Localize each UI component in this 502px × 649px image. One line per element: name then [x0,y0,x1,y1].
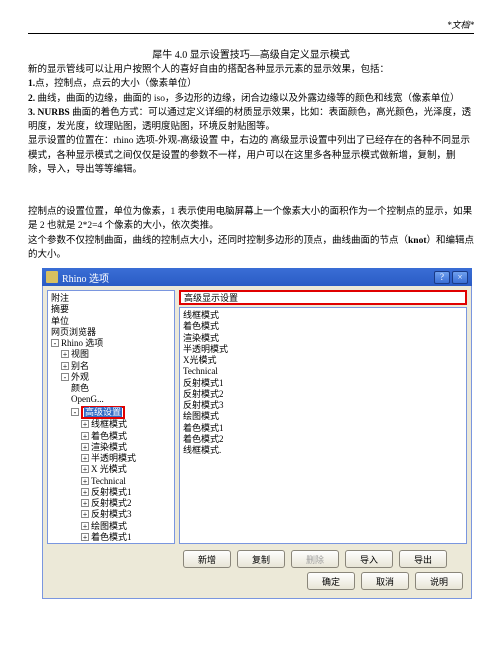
help-button[interactable]: 说明 [415,572,463,590]
list-num-3: 3. NURBS [28,108,70,118]
list-item[interactable]: X光模式 [183,355,463,366]
tree-node[interactable]: 渲染模式 [91,442,127,452]
list-text-2: 曲线，曲面的边缘，曲面的 iso，多边形的边缘，闭合边缘以及外露边缘等的颜色和线… [35,94,459,104]
para4-a: 这个参数不仅控制曲面，曲线的控制点大小，还同时控制多边形的顶点，曲线曲面的节点（ [28,236,408,246]
close-button[interactable]: × [452,271,468,284]
tree-node-selected[interactable]: 高级设置 [84,407,122,417]
dialog-title: Rhino 选项 [62,270,109,285]
group-header-label: 高级显示设置 [184,291,238,304]
copy-button[interactable]: 复制 [237,550,285,568]
list-text-1: 点，控制点，点云的大小（像素单位） [35,79,197,89]
import-button[interactable]: 导入 [345,550,393,568]
tree-node[interactable]: 半透明模式 [91,453,136,463]
tree-toggle[interactable]: + [61,350,69,358]
list-item[interactable]: 着色模式 [183,321,463,332]
ok-button[interactable]: 确定 [307,572,355,590]
knot-term: knot [408,236,426,246]
tree-node[interactable]: 着色模式1 [91,532,132,542]
tree-node[interactable]: 别名 [71,361,89,371]
tree-node[interactable]: 颜色 [71,383,89,393]
tree-node[interactable]: 摘要 [51,304,69,314]
group-header-highlight: 高级显示设置 [179,290,467,305]
list-item[interactable]: 着色模式2 [183,434,463,445]
tree-node-highlight: 高级设置 [81,406,125,420]
tree-node[interactable]: Technical [91,476,126,486]
paragraph-ctrlpt: 控制点的设置位置，单位为像素，1 表示使用电脑屏幕上一个像素大小的面积作为一个控… [28,205,474,234]
list-item-3: 3. NURBS 曲面的着色方式：可以通过定义详细的材质显示效果，比如：表面颜色… [28,106,474,135]
tree-toggle[interactable]: + [81,454,89,462]
tree-node[interactable]: 绘图模式 [91,521,127,531]
tree-toggle[interactable]: + [81,465,89,473]
display-modes-listbox[interactable]: 线框模式 着色模式 渲染模式 半透明模式 X光模式 Technical 反射模式… [179,307,467,544]
tree-toggle[interactable]: + [81,420,89,428]
header-rule [28,33,474,34]
list-item[interactable]: 渲染模式 [183,333,463,344]
tree-node[interactable]: 反射模式2 [91,498,132,508]
tree-toggle[interactable]: - [71,408,79,416]
tree-node[interactable]: 着色模式 [91,431,127,441]
list-item[interactable]: 反射模式2 [183,389,463,400]
list-item[interactable]: 着色模式1 [183,423,463,434]
tree-toggle[interactable]: + [61,362,69,370]
new-button[interactable]: 新增 [183,550,231,568]
tree-toggle[interactable]: + [81,510,89,518]
paragraph-knot: 这个参数不仅控制曲面，曲线的控制点大小，还同时控制多边形的顶点，曲线曲面的节点（… [28,234,474,263]
tree-node[interactable]: 外观 [71,372,89,382]
tree-toggle[interactable]: + [81,522,89,530]
intro-paragraph: 新的显示管线可以让用户按照个人的喜好自由的搭配各种显示元素的显示效果，包括： [28,63,474,77]
tree-node[interactable]: 网页浏览器 [51,327,96,337]
tree-toggle[interactable]: + [81,477,89,485]
list-item[interactable]: Technical [183,366,463,377]
options-tree[interactable]: 附注 摘要 单位 网页浏览器 -Rhino 选项 +视图 +别名 -外观 颜色 [47,290,175,544]
tree-node[interactable]: Rhino 选项 [61,338,103,348]
cancel-button[interactable]: 取消 [361,572,409,590]
tree-node[interactable]: 附注 [51,293,69,303]
tree-toggle[interactable]: - [61,373,69,381]
tree-toggle[interactable]: + [81,533,89,541]
question-button[interactable]: ? [434,271,450,284]
rhino-options-dialog: Rhino 选项 ? × 附注 摘要 单位 网页浏览器 -Rhino 选项 +视… [42,268,472,599]
rhino-icon [46,271,58,283]
tree-node[interactable]: OpenG... [71,394,104,404]
doc-header-mark: *文档* [28,18,474,31]
paragraph-location: 显示设置的位置在：rhino 选项-外观-高级设置 中，右边的 高级显示设置中列… [28,134,474,177]
doc-title: 犀牛 4.0 显示设置技巧—高级自定义显示模式 [28,46,474,61]
tree-toggle[interactable]: - [51,339,59,347]
tree-node[interactable]: 视图 [71,349,89,359]
tree-node[interactable]: X 光模式 [91,464,127,474]
list-item-2: 2. 曲线，曲面的边缘，曲面的 iso，多边形的边缘，闭合边缘以及外露边缘等的颜… [28,92,474,106]
list-text-3: 曲面的着色方式：可以通过定义详细的材质显示效果，比如：表面颜色，高光颜色，光泽度… [28,108,471,132]
delete-button[interactable]: 删除 [291,550,339,568]
list-item[interactable]: 半透明模式 [183,344,463,355]
list-item[interactable]: 反射模式3 [183,400,463,411]
export-button[interactable]: 导出 [399,550,447,568]
tree-toggle[interactable]: + [81,488,89,496]
list-item[interactable]: 线框模式 [183,310,463,321]
list-item[interactable]: 线框模式. [183,445,463,456]
list-item-1: 1.点，控制点，点云的大小（像素单位） [28,77,474,91]
list-item[interactable]: 绘图模式 [183,411,463,422]
tree-toggle[interactable]: + [81,499,89,507]
tree-node[interactable]: 单位 [51,316,69,326]
tree-node[interactable]: 反射模式1 [91,487,132,497]
tree-toggle[interactable]: + [81,443,89,451]
dialog-titlebar[interactable]: Rhino 选项 ? × [42,268,472,286]
tree-node[interactable]: 线框模式 [91,419,127,429]
tree-node[interactable]: 反射模式3 [91,509,132,519]
tree-toggle[interactable]: + [81,432,89,440]
list-item[interactable]: 反射模式1 [183,378,463,389]
